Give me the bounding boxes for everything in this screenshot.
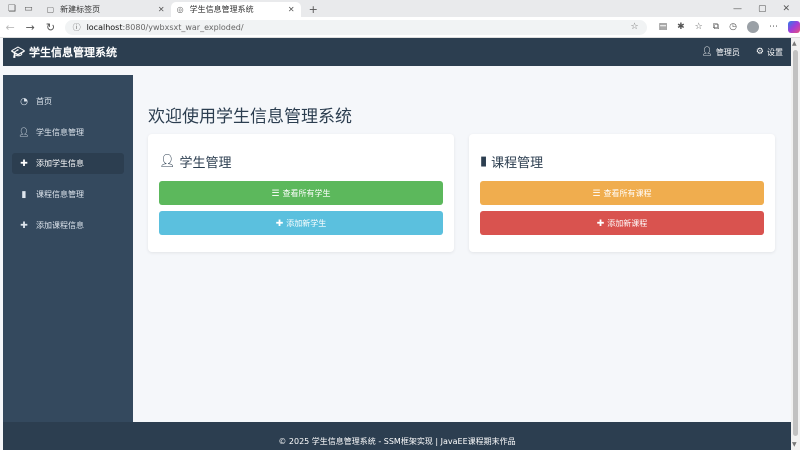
workspaces-icon[interactable]: ❏ — [8, 4, 16, 14]
button-label: 添加新学生 — [286, 218, 327, 228]
sidebar-item-add-course[interactable]: ✚ 添加课程信息 — [12, 215, 124, 236]
admin-label: 管理员 — [715, 47, 740, 57]
sidebar-item-label: 添加课程信息 — [36, 221, 84, 230]
user-icon: 👤︎ — [159, 154, 176, 169]
info-icon[interactable]: ⓘ — [73, 22, 81, 33]
window-controls: — ▢ ✕ — [733, 0, 800, 17]
button-label: 查看所有学生 — [282, 188, 331, 198]
app-root: 🎓︎ 学生信息管理系统 👤︎ 管理员 ⚙ 设置 ◔ 首页 👤︎ 学生信息管理 ✚… — [0, 38, 791, 450]
sidebar-item-label: 学生信息管理 — [36, 128, 84, 137]
sidebar-item-label: 课程信息管理 — [36, 190, 84, 199]
maximize-icon[interactable]: ▢ — [758, 4, 767, 14]
extensions-icon[interactable]: ✱ — [677, 22, 685, 32]
more-icon[interactable]: ⋯ — [769, 22, 778, 32]
book-icon: ▮ — [21, 189, 27, 200]
new-tab-button[interactable]: + — [301, 2, 326, 17]
history-icon[interactable]: ◷ — [729, 22, 737, 32]
close-window-icon[interactable]: ✕ — [782, 4, 790, 14]
card-title-text: 学生管理 — [179, 156, 232, 171]
add-student-button[interactable]: ✚ 添加新学生 — [159, 211, 443, 235]
brand-title: 学生信息管理系统 — [28, 46, 117, 59]
add-course-button[interactable]: ✚ 添加新课程 — [480, 211, 764, 235]
back-icon[interactable]: ← — [0, 21, 20, 34]
tab-actions-icon[interactable]: ▭ — [24, 4, 33, 14]
graduation-cap-icon: 🎓︎ — [11, 45, 25, 59]
reading-view-icon[interactable]: ▤ — [659, 22, 668, 32]
browser-toolbar-icons: ▤ ✱ ☆ ⧉ ◷ ⋯ — [659, 21, 800, 33]
page-scrollbar[interactable]: ▲ ▼ — [791, 38, 800, 450]
footer-text: © 2025 学生信息管理系统 - SSM框架实现 | JavaEE课程期末作品 — [278, 437, 516, 446]
copilot-icon[interactable] — [788, 21, 800, 33]
sidebar: ◔ 首页 👤︎ 学生信息管理 ✚ 添加学生信息 ▮ 课程信息管理 ✚ 添加课程信… — [3, 75, 133, 422]
sidebar-item-add-student[interactable]: ✚ 添加学生信息 — [12, 153, 124, 174]
window-icons: ❏ ▭ — [0, 0, 41, 17]
dashboard-icon: ◔ — [20, 96, 28, 107]
sidebar-item-label: 添加学生信息 — [36, 159, 84, 168]
sidebar-item-home[interactable]: ◔ 首页 — [12, 91, 124, 112]
favorite-star-icon[interactable]: ☆ — [630, 22, 638, 32]
card-title-text: 课程管理 — [491, 156, 544, 171]
url-path: :8080/ywbxsxt_war_exploded/ — [122, 22, 244, 32]
main-content: 欢迎使用学生信息管理系统 👤︎ 学生管理 ☰ 查看所有学生 ✚ 添加新学生 ▮ … — [133, 75, 791, 422]
tab-label: 学生信息管理系统 — [189, 5, 254, 14]
sidebar-item-course-management[interactable]: ▮ 课程信息管理 — [12, 184, 124, 205]
card-title: ▮ 课程管理 — [480, 152, 543, 171]
plus-icon: ✚ — [20, 158, 28, 169]
settings-menu[interactable]: ⚙ 设置 — [756, 47, 783, 58]
admin-menu[interactable]: 👤︎ 管理员 — [701, 47, 739, 58]
profile-avatar[interactable] — [747, 21, 759, 33]
top-navbar: 🎓︎ 学生信息管理系统 👤︎ 管理员 ⚙ 设置 — [3, 38, 791, 66]
footer: © 2025 学生信息管理系统 - SSM框架实现 | JavaEE课程期末作品 — [3, 422, 791, 450]
browser-tabstrip: ❏ ▭ ▢ 新建标签页 ✕ ◎ 学生信息管理系统 ✕ + — ▢ ✕ — [0, 0, 800, 17]
plus-icon: ✚ — [596, 217, 605, 228]
course-management-card: ▮ 课程管理 ☰ 查看所有课程 ✚ 添加新课程 — [469, 134, 775, 252]
reload-icon[interactable]: ↻ — [40, 21, 60, 34]
globe-icon: ◎ — [176, 5, 184, 14]
newtab-icon: ▢ — [46, 5, 55, 14]
tab-label: 新建标签页 — [60, 5, 101, 14]
view-all-courses-button[interactable]: ☰ 查看所有课程 — [480, 181, 764, 205]
scroll-thumb[interactable] — [793, 50, 798, 436]
list-icon: ☰ — [592, 187, 601, 198]
user-icon: 👤︎ — [18, 127, 30, 138]
forward-icon[interactable]: → — [20, 21, 40, 34]
sidebar-item-student-management[interactable]: 👤︎ 学生信息管理 — [12, 122, 124, 143]
close-icon[interactable]: ✕ — [158, 5, 165, 14]
browser-addressbar: ← → ↻ ⓘ localhost:8080/ywbxsxt_war_explo… — [0, 17, 800, 38]
close-icon[interactable]: ✕ — [288, 5, 295, 14]
navbar-right: 👤︎ 管理员 ⚙ 设置 — [701, 47, 783, 58]
browser-tab-app[interactable]: ◎ 学生信息管理系统 ✕ — [170, 2, 301, 17]
plus-icon: ✚ — [275, 217, 284, 228]
collections-icon[interactable]: ⧉ — [713, 22, 719, 32]
url-host: localhost — [86, 22, 123, 32]
settings-label: 设置 — [767, 47, 783, 57]
page-title: 欢迎使用学生信息管理系统 — [148, 107, 352, 127]
brand[interactable]: 🎓︎ 学生信息管理系统 — [11, 44, 117, 60]
plus-icon: ✚ — [20, 220, 28, 231]
scroll-up-icon[interactable]: ▲ — [792, 40, 797, 47]
browser-tab-newtab[interactable]: ▢ 新建标签页 ✕ — [41, 2, 171, 17]
url-input[interactable]: ⓘ localhost:8080/ywbxsxt_war_exploded/ ☆ — [64, 19, 647, 35]
favorites-icon[interactable]: ☆ — [695, 22, 703, 32]
sidebar-item-label: 首页 — [36, 97, 52, 106]
button-label: 添加新课程 — [607, 218, 648, 228]
minimize-icon[interactable]: — — [733, 4, 742, 14]
list-icon: ☰ — [271, 187, 280, 198]
gear-icon: ⚙ — [755, 47, 764, 57]
book-icon: ▮ — [480, 154, 488, 169]
view-all-students-button[interactable]: ☰ 查看所有学生 — [159, 181, 443, 205]
card-title: 👤︎ 学生管理 — [159, 152, 232, 171]
scroll-down-icon[interactable]: ▼ — [792, 441, 797, 448]
button-label: 查看所有课程 — [603, 188, 652, 198]
user-icon: 👤︎ — [701, 47, 713, 57]
student-management-card: 👤︎ 学生管理 ☰ 查看所有学生 ✚ 添加新学生 — [148, 134, 454, 252]
